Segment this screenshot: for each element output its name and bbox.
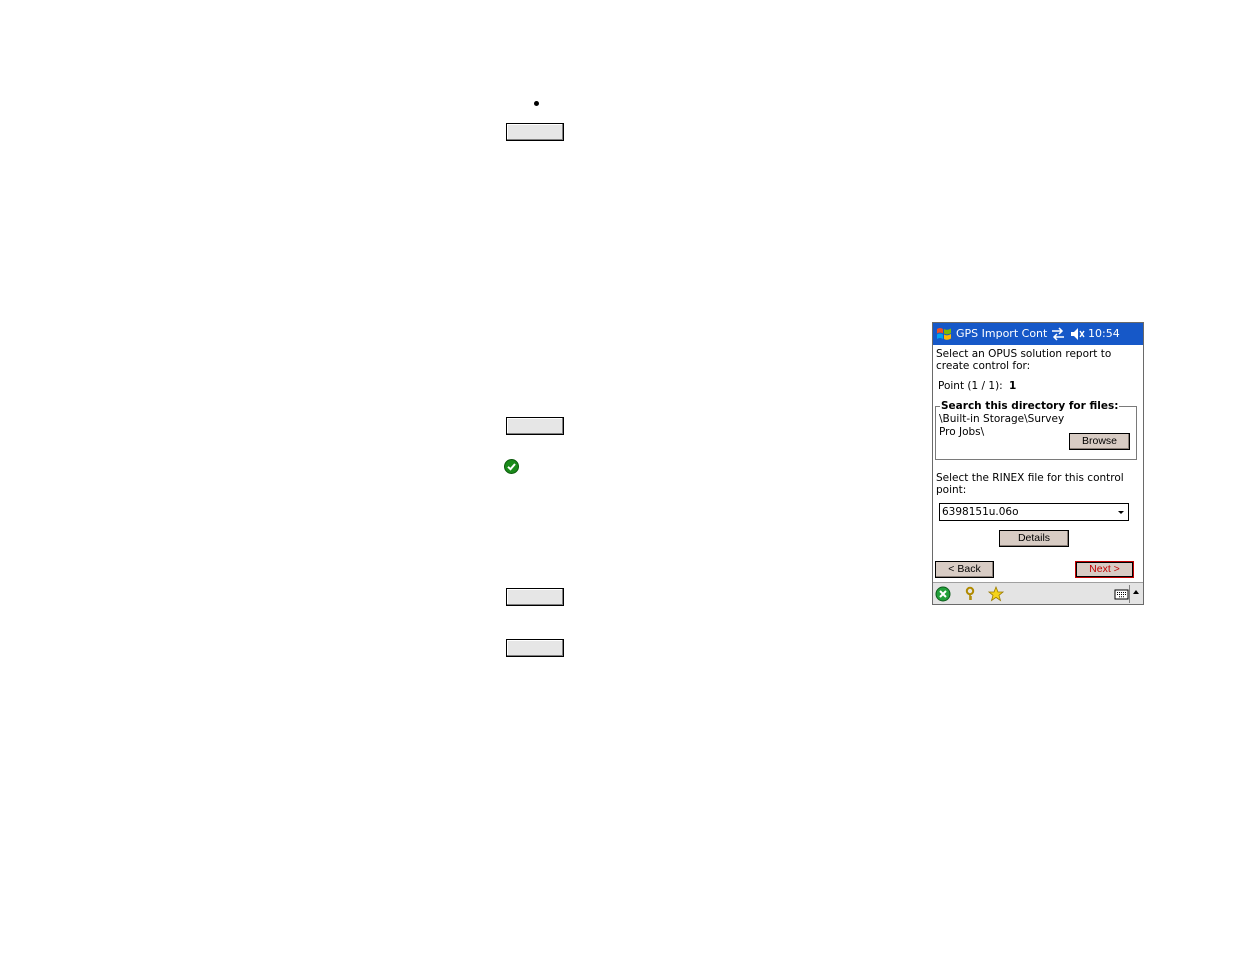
- connectivity-icon[interactable]: [1051, 327, 1065, 341]
- next-button[interactable]: Next >: [1075, 561, 1134, 578]
- pda-screen: GPS Import Contr 10:54 Select an OPUS so…: [932, 322, 1144, 605]
- key-help-icon[interactable]: [962, 586, 978, 602]
- document-button-1[interactable]: [506, 123, 564, 141]
- title-bar: GPS Import Contr 10:54: [933, 323, 1143, 345]
- sip-divider: [1129, 585, 1130, 603]
- volume-muted-icon[interactable]: [1070, 327, 1085, 341]
- document-button-4[interactable]: [506, 639, 564, 657]
- command-bar: [933, 582, 1143, 604]
- rinex-prompt-line-2: point:: [936, 484, 967, 496]
- window-title: GPS Import Contr: [956, 327, 1048, 340]
- keyboard-icon[interactable]: [1114, 586, 1129, 602]
- rinex-prompt-line-1: Select the RINEX file for this control: [936, 472, 1124, 484]
- star-icon[interactable]: [988, 586, 1004, 602]
- windows-start-icon[interactable]: [935, 325, 953, 343]
- details-button[interactable]: Details: [999, 530, 1069, 547]
- clock[interactable]: 10:54: [1088, 327, 1120, 340]
- search-path-line-1: \Built-in Storage\Survey: [939, 413, 1065, 425]
- search-group-legend: Search this directory for files:: [940, 400, 1120, 412]
- back-button[interactable]: < Back: [935, 561, 994, 578]
- chevron-down-icon: [1118, 511, 1124, 514]
- check-icon: [504, 459, 519, 474]
- instruction-line-1: Select an OPUS solution report to: [936, 348, 1112, 360]
- document-button-3[interactable]: [506, 588, 564, 606]
- document-button-2[interactable]: [506, 417, 564, 435]
- search-path-line-2: Pro Jobs\: [939, 426, 985, 438]
- rinex-file-dropdown[interactable]: 6398151u.06o: [939, 503, 1129, 521]
- rinex-file-value: 6398151u.06o: [942, 506, 1019, 518]
- point-value: 1: [1009, 380, 1017, 392]
- instruction-line-2: create control for:: [936, 360, 1031, 372]
- chevron-up-icon[interactable]: [1133, 590, 1139, 594]
- point-label: Point (1 / 1):: [938, 380, 1003, 392]
- bullet-point: [534, 101, 539, 106]
- browse-button[interactable]: Browse: [1069, 433, 1130, 450]
- search-directory-group: Search this directory for files: \Built-…: [935, 400, 1137, 460]
- close-icon[interactable]: [935, 586, 951, 602]
